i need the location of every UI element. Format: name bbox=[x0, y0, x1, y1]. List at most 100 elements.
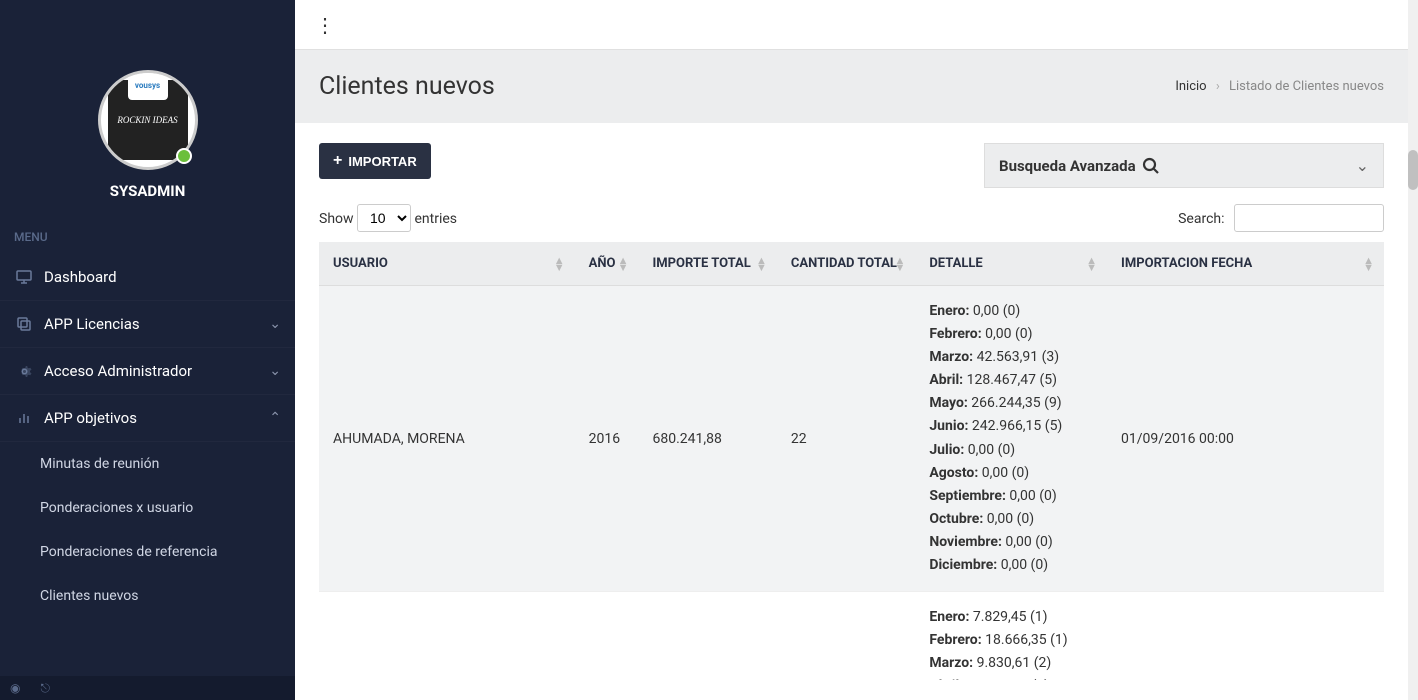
detail-line: Marzo: 9.830,61 (2) bbox=[929, 652, 1093, 675]
sidebar-item-label: APP Licencias bbox=[44, 315, 140, 333]
detail-line: Abril: 128.467,47 (5) bbox=[929, 369, 1093, 392]
breadcrumb-home[interactable]: Inicio bbox=[1175, 79, 1206, 94]
chart-icon bbox=[14, 411, 34, 425]
detail-line: Octubre: 0,00 (0) bbox=[929, 508, 1093, 531]
monitor-icon bbox=[14, 270, 34, 284]
col-ano[interactable]: AÑO ▲▼ bbox=[575, 242, 639, 286]
detail-line: Septiembre: 0,00 (0) bbox=[929, 485, 1093, 508]
table-row: AHUMADA, MORENA2016680.241,8822Enero: 0,… bbox=[319, 286, 1384, 592]
col-cantidad[interactable]: CANTIDAD TOTAL ▲▼ bbox=[777, 242, 915, 286]
cell-importe: 680.241,88 bbox=[638, 286, 776, 592]
copy-icon bbox=[14, 317, 34, 331]
sidebar-item-label: Dashboard bbox=[44, 268, 117, 286]
cell-detalle: Enero: 0,00 (0)Febrero: 0,00 (0)Marzo: 4… bbox=[915, 286, 1107, 592]
cell-fecha: 01/09/2016 00:00 bbox=[1107, 286, 1384, 592]
show-label: Show bbox=[319, 211, 354, 227]
detail-line: Noviembre: 0,00 (0) bbox=[929, 531, 1093, 554]
table-header-row: USUARIO ▲▼ AÑO ▲▼ IMPORTE TOTAL ▲▼ CANTI… bbox=[319, 242, 1384, 286]
show-entries: Show 10 entries bbox=[319, 204, 457, 232]
chevron-up-icon: ⌃ bbox=[269, 410, 281, 426]
status-online-dot bbox=[176, 148, 192, 164]
footer-icon-2[interactable]: ⎋ bbox=[40, 681, 50, 696]
footer-icon-1[interactable]: ◉ bbox=[10, 681, 20, 695]
more-vertical-icon[interactable]: ⋮ bbox=[315, 13, 335, 37]
sort-icon: ▲▼ bbox=[554, 257, 565, 271]
col-importe[interactable]: IMPORTE TOTAL ▲▼ bbox=[638, 242, 776, 286]
main: ⋮ Clientes nuevos Inicio › Listado de Cl… bbox=[295, 0, 1408, 700]
avatar-caption: ROCKIN IDEAS bbox=[117, 115, 177, 125]
cell-cantidad bbox=[777, 592, 915, 680]
detail-line: Julio: 0,00 (0) bbox=[929, 439, 1093, 462]
page-header: Clientes nuevos Inicio › Listado de Clie… bbox=[295, 50, 1408, 123]
chevron-down-icon: ⌄ bbox=[269, 316, 281, 332]
sidebar-item-licencias[interactable]: APP Licencias ⌄ bbox=[0, 301, 295, 348]
col-usuario[interactable]: USUARIO ▲▼ bbox=[319, 242, 575, 286]
sidebar-item-label: Clientes nuevos bbox=[40, 588, 138, 604]
cell-cantidad: 22 bbox=[777, 286, 915, 592]
sort-icon: ▲▼ bbox=[894, 257, 905, 271]
sidebar-sub-ponderaciones-usuario[interactable]: Ponderaciones x usuario bbox=[0, 486, 295, 530]
cell-usuario: AHUMADA, MORENA bbox=[319, 286, 575, 592]
sidebar-sub-clientes-nuevos[interactable]: Clientes nuevos bbox=[0, 574, 295, 618]
profile-name: SYSADMIN bbox=[110, 182, 186, 200]
sort-icon: ▲▼ bbox=[1086, 257, 1097, 271]
scrollbar-thumb[interactable] bbox=[1408, 150, 1418, 190]
detail-line: Febrero: 0,00 (0) bbox=[929, 323, 1093, 346]
profile-block: vousys ROCKIN IDEAS SYSADMIN bbox=[0, 50, 295, 220]
breadcrumb: Inicio › Listado de Clientes nuevos bbox=[1175, 79, 1384, 94]
scrollbar[interactable] bbox=[1408, 0, 1418, 700]
col-detalle[interactable]: DETALLE ▲▼ bbox=[915, 242, 1107, 286]
content-panel: + IMPORTAR Busqueda Avanzada ⌄ Show 10 bbox=[295, 123, 1408, 700]
search-block: Search: bbox=[1178, 204, 1384, 232]
sidebar-item-label: Ponderaciones x usuario bbox=[40, 500, 193, 516]
detail-line: Junio: 242.966,15 (5) bbox=[929, 415, 1093, 438]
import-button[interactable]: + IMPORTAR bbox=[319, 143, 431, 179]
toolbar-row: + IMPORTAR Busqueda Avanzada ⌄ bbox=[319, 143, 1384, 188]
sort-icon: ▲▼ bbox=[1363, 257, 1374, 271]
advanced-search-toggle[interactable]: Busqueda Avanzada ⌄ bbox=[984, 143, 1384, 188]
avatar-image: vousys ROCKIN IDEAS bbox=[108, 80, 188, 160]
gear-icon bbox=[14, 364, 34, 379]
sidebar-item-objetivos[interactable]: APP objetivos ⌃ bbox=[0, 395, 295, 442]
sidebar: vousys ROCKIN IDEAS SYSADMIN MENU Dashbo… bbox=[0, 0, 295, 700]
sidebar-sub-ponderaciones-referencia[interactable]: Ponderaciones de referencia bbox=[0, 530, 295, 574]
plus-icon: + bbox=[333, 153, 342, 169]
table-row: Enero: 7.829,45 (1)Febrero: 18.666,35 (1… bbox=[319, 592, 1384, 680]
sidebar-item-dashboard[interactable]: Dashboard bbox=[0, 254, 295, 301]
detail-line: Enero: 0,00 (0) bbox=[929, 300, 1093, 323]
chevron-down-icon: ⌄ bbox=[269, 363, 281, 379]
topbar: ⋮ bbox=[295, 0, 1408, 50]
search-input[interactable] bbox=[1234, 204, 1384, 232]
sort-icon: ▲▼ bbox=[756, 257, 767, 271]
detail-line: Enero: 7.829,45 (1) bbox=[929, 606, 1093, 629]
detail-line: Diciembre: 0,00 (0) bbox=[929, 554, 1093, 577]
detail-line: Marzo: 42.563,91 (3) bbox=[929, 346, 1093, 369]
sidebar-item-label: Acceso Administrador bbox=[44, 362, 192, 380]
cell-detalle: Enero: 7.829,45 (1)Febrero: 18.666,35 (1… bbox=[915, 592, 1107, 680]
import-button-label: IMPORTAR bbox=[348, 154, 416, 169]
sidebar-top-spacer bbox=[0, 0, 295, 50]
sidebar-item-label: Minutas de reunión bbox=[40, 456, 159, 472]
sort-icon: ▲▼ bbox=[618, 257, 629, 271]
cell-ano: 2016 bbox=[575, 286, 639, 592]
detail-line: Abril: 27.076,07 (3) bbox=[929, 675, 1093, 680]
detail-line: Febrero: 18.666,35 (1) bbox=[929, 629, 1093, 652]
menu-section-label: MENU bbox=[0, 220, 295, 254]
cell-usuario bbox=[319, 592, 575, 680]
entries-label: entries bbox=[415, 211, 458, 227]
sidebar-sub-minutas[interactable]: Minutas de reunión bbox=[0, 442, 295, 486]
sidebar-item-acceso[interactable]: Acceso Administrador ⌄ bbox=[0, 348, 295, 395]
avatar-logo: vousys bbox=[128, 70, 168, 100]
sidebar-footer: ◉ ⎋ bbox=[0, 676, 295, 700]
cell-fecha bbox=[1107, 592, 1384, 680]
advanced-search-label: Busqueda Avanzada bbox=[999, 157, 1136, 175]
sidebar-item-label: Ponderaciones de referencia bbox=[40, 544, 218, 560]
entries-select[interactable]: 10 bbox=[357, 204, 411, 232]
detail-line: Agosto: 0,00 (0) bbox=[929, 462, 1093, 485]
table-controls: Show 10 entries Search: bbox=[319, 204, 1384, 232]
search-label: Search: bbox=[1178, 211, 1224, 227]
avatar-wrap: vousys ROCKIN IDEAS bbox=[98, 70, 198, 170]
cell-ano bbox=[575, 592, 639, 680]
col-fecha[interactable]: IMPORTACION FECHA ▲▼ bbox=[1107, 242, 1384, 286]
detail-line: Mayo: 266.244,35 (9) bbox=[929, 392, 1093, 415]
